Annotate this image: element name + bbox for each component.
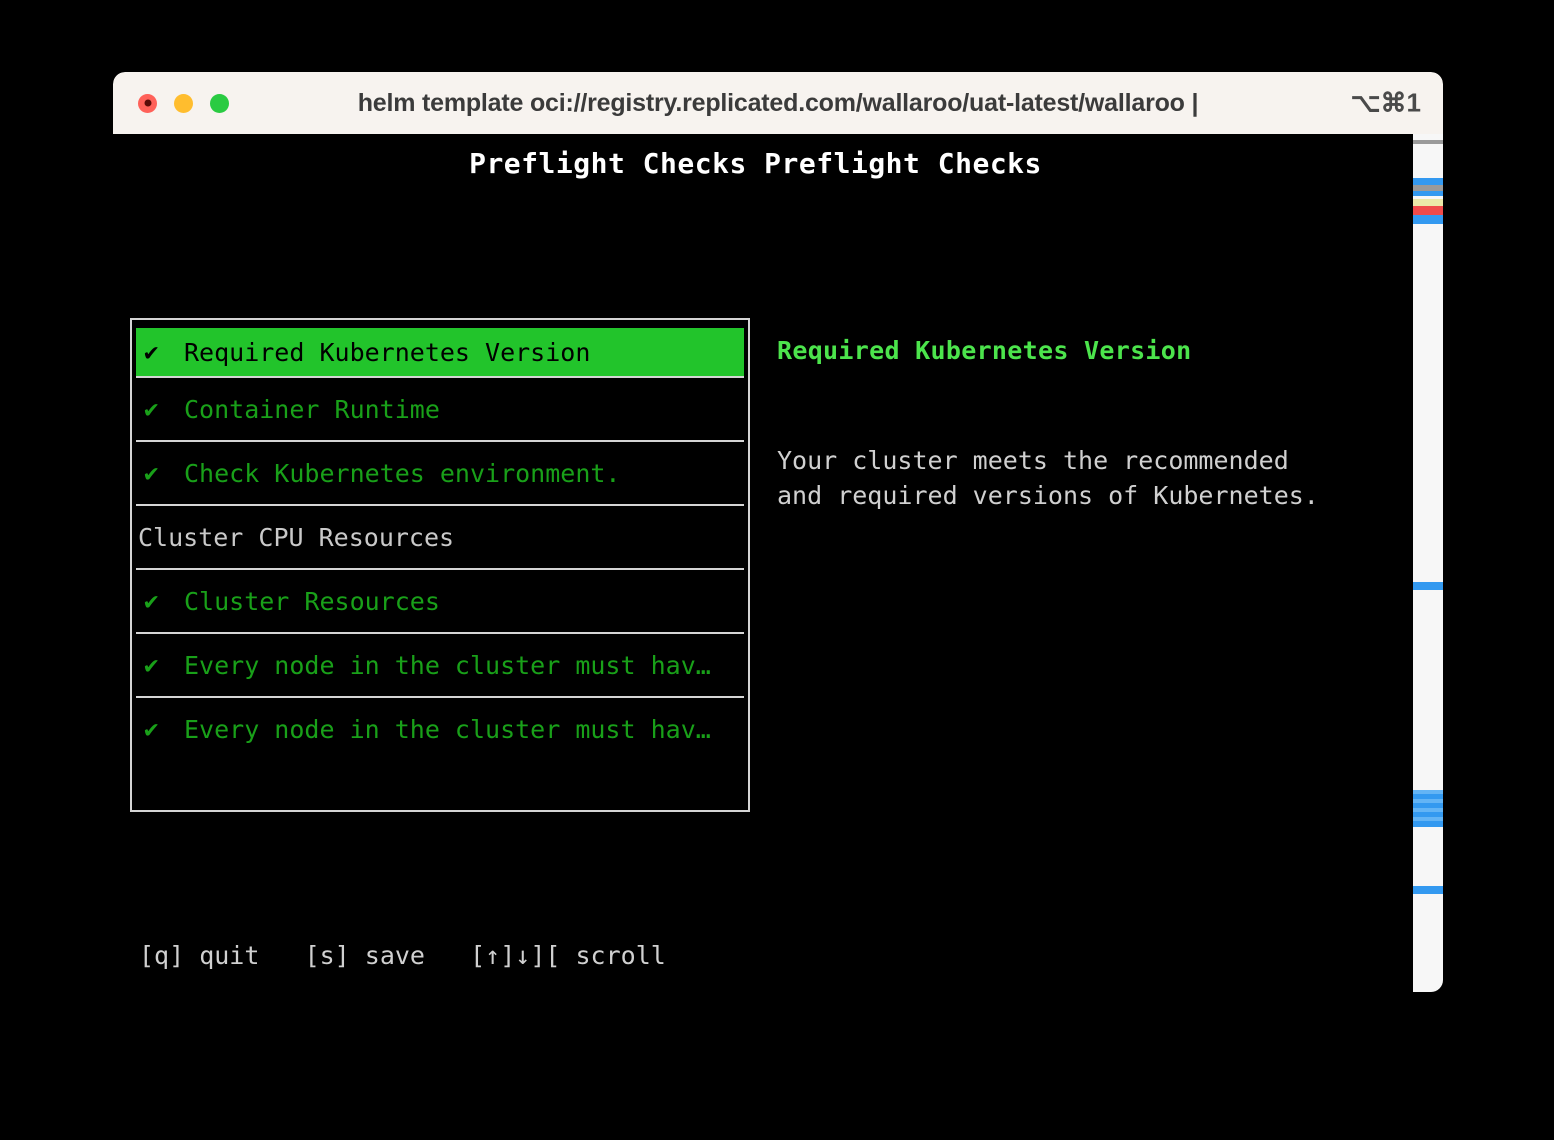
list-item[interactable]: Cluster CPU Resources xyxy=(132,506,748,568)
preflight-checks-list[interactable]: ✔ Required Kubernetes Version ✔ Containe… xyxy=(130,318,750,812)
terminal-window: helm template oci://registry.replicated.… xyxy=(113,72,1443,992)
list-item[interactable]: ✔ Container Runtime xyxy=(132,378,748,440)
scrollbar-track[interactable] xyxy=(1413,134,1443,992)
scrollbar-mark xyxy=(1413,821,1443,827)
scrollbar-mark xyxy=(1413,582,1443,590)
check-icon: ✔ xyxy=(138,459,184,487)
keyboard-shortcut-badge: ⌥⌘1 xyxy=(1351,88,1421,119)
detail-title: Required Kubernetes Version xyxy=(777,336,1397,365)
scrollbar-mark xyxy=(1413,206,1443,215)
scrollbar-mark xyxy=(1413,199,1443,206)
list-item[interactable]: ✔ Every node in the cluster must hav… xyxy=(132,698,748,760)
list-item-label: Required Kubernetes Version xyxy=(184,338,590,367)
list-item[interactable]: ✔ Cluster Resources xyxy=(132,570,748,632)
list-item[interactable]: ✔ Check Kubernetes environment. xyxy=(132,442,748,504)
traffic-light-group xyxy=(138,94,229,113)
check-icon: ✔ xyxy=(138,587,184,615)
check-detail-pane: Required Kubernetes Version Your cluster… xyxy=(777,318,1397,513)
check-icon: ✔ xyxy=(138,651,184,679)
list-item-label: Cluster CPU Resources xyxy=(138,523,454,552)
scrollbar-mark xyxy=(1413,886,1443,894)
scrollbar-mark xyxy=(1413,178,1443,185)
window-title: helm template oci://registry.replicated.… xyxy=(113,89,1443,118)
detail-description: Your cluster meets the recommended and r… xyxy=(777,443,1397,513)
list-item-label: Check Kubernetes environment. xyxy=(184,459,621,488)
page-title: Preflight Checks Preflight Checks xyxy=(113,147,1398,180)
list-item-label: Every node in the cluster must hav… xyxy=(184,651,711,680)
content-panes: ✔ Required Kubernetes Version ✔ Containe… xyxy=(130,318,1443,812)
list-item-label: Every node in the cluster must hav… xyxy=(184,715,711,744)
scrollbar-mark xyxy=(1413,215,1443,224)
terminal-body: Preflight Checks Preflight Checks ✔ Requ… xyxy=(113,134,1443,992)
list-item-label: Container Runtime xyxy=(184,395,440,424)
list-item[interactable]: ✔ Required Kubernetes Version xyxy=(136,328,744,376)
list-item[interactable]: ✔ Every node in the cluster must hav… xyxy=(132,634,748,696)
window-titlebar: helm template oci://registry.replicated.… xyxy=(113,72,1443,134)
scrollbar-mark xyxy=(1413,140,1443,144)
maximize-button-icon[interactable] xyxy=(210,94,229,113)
keyboard-hints-footer: [q] quit [s] save [↑]↓][ scroll xyxy=(139,941,666,970)
close-button-icon[interactable] xyxy=(138,94,157,113)
preflight-checks-list-inner: ✔ Required Kubernetes Version ✔ Containe… xyxy=(132,320,748,810)
scrollbar-mark xyxy=(1413,191,1443,196)
minimize-button-icon[interactable] xyxy=(174,94,193,113)
check-icon: ✔ xyxy=(138,715,184,743)
list-item-label: Cluster Resources xyxy=(184,587,440,616)
check-icon: ✔ xyxy=(138,395,184,423)
check-icon: ✔ xyxy=(138,338,184,366)
